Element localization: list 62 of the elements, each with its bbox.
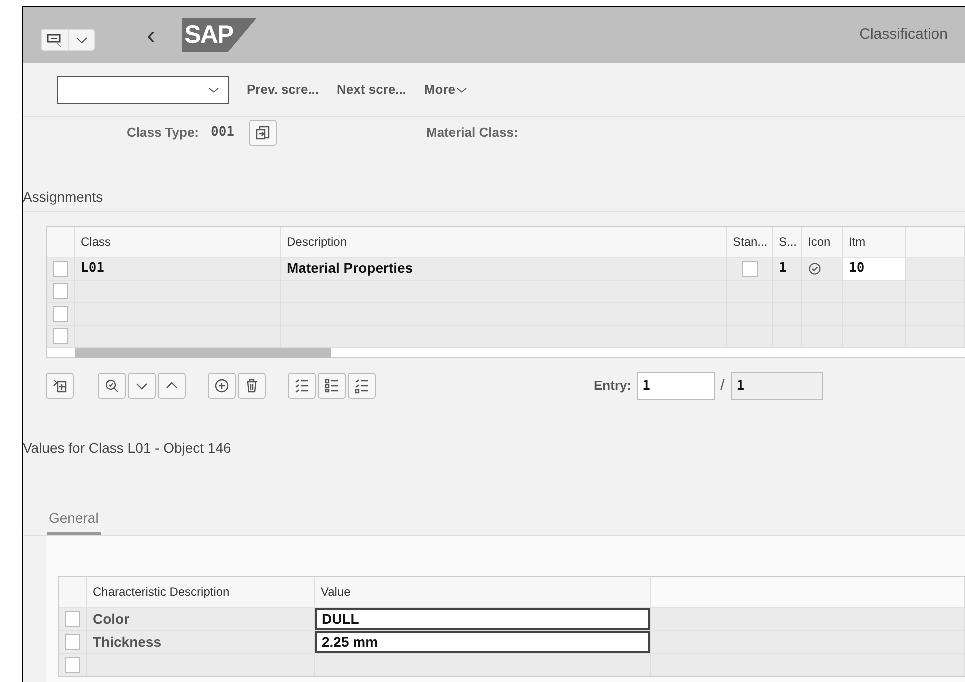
delete-button[interactable] — [238, 373, 266, 399]
row-selector[interactable] — [53, 328, 68, 344]
table-cell: 10 — [843, 257, 906, 280]
column-header: Class — [75, 227, 281, 257]
section-title: Values for Class L01 - Object 146 — [23, 439, 232, 458]
caret-icon — [74, 35, 88, 45]
entry-field[interactable]: 1 — [636, 372, 715, 400]
row-selector[interactable] — [53, 306, 68, 322]
column-header: Value — [315, 577, 651, 607]
field-label: Material Class: — [426, 124, 518, 142]
list-button[interactable] — [318, 373, 346, 399]
list-icon — [324, 378, 340, 394]
value-field[interactable]: DULL — [315, 608, 650, 630]
table-cell: Color — [87, 607, 315, 630]
value-field[interactable]: 2.25 mm — [315, 631, 650, 653]
column-header: Itm — [843, 227, 906, 257]
column-header: Icon — [802, 227, 843, 257]
command-field[interactable] — [57, 76, 229, 104]
total-field[interactable]: 1 — [730, 372, 823, 400]
logo: SAP — [182, 18, 258, 52]
toolbar-button[interactable]: Prev. scre... — [243, 78, 324, 102]
table-cell: Material Properties — [281, 257, 727, 280]
checkbox[interactable] — [742, 260, 758, 277]
menu-button[interactable] — [41, 29, 95, 51]
window-title: Classification — [860, 24, 948, 45]
menu-icon — [47, 32, 63, 48]
separator-text: / — [720, 376, 725, 396]
expand-icon — [52, 378, 68, 394]
desel-icon — [354, 378, 370, 394]
row-selector[interactable] — [53, 260, 68, 277]
table-cell — [843, 280, 906, 302]
column-header: Description — [281, 227, 727, 257]
scrollbar-thumb[interactable] — [75, 348, 331, 358]
table-cell: Thickness — [87, 630, 315, 653]
column-header: S... — [773, 227, 802, 257]
table-cell: L01 — [75, 257, 281, 280]
toolbar-button[interactable]: Next scre... — [333, 78, 410, 102]
expand-button[interactable] — [46, 373, 74, 399]
switch-button[interactable] — [248, 120, 276, 146]
selall-icon — [294, 378, 310, 394]
table-cell: 1 — [773, 257, 802, 280]
section-title: Assignments — [23, 187, 965, 212]
more-button[interactable]: More — [420, 78, 474, 102]
row-selector[interactable] — [53, 283, 68, 300]
zoom-icon — [104, 378, 120, 394]
field-value: 001 — [211, 124, 234, 142]
field-label: Entry: — [594, 377, 632, 396]
back-button[interactable]: ‹ — [139, 22, 164, 48]
column-header: Characteristic Description — [87, 577, 315, 607]
row-selector[interactable] — [65, 634, 80, 650]
row-selector[interactable] — [65, 657, 80, 673]
up-button[interactable] — [158, 373, 186, 399]
row-selector[interactable] — [65, 611, 80, 627]
add-button[interactable] — [208, 373, 236, 399]
deselect-button[interactable] — [348, 373, 376, 399]
search-button[interactable] — [98, 373, 126, 399]
del-icon — [244, 378, 260, 394]
column-header: Stan... — [727, 227, 773, 257]
switch-icon — [254, 125, 270, 141]
add-icon — [214, 378, 230, 394]
select-all-button[interactable] — [288, 373, 316, 399]
field-label: Class Type: — [127, 124, 200, 142]
